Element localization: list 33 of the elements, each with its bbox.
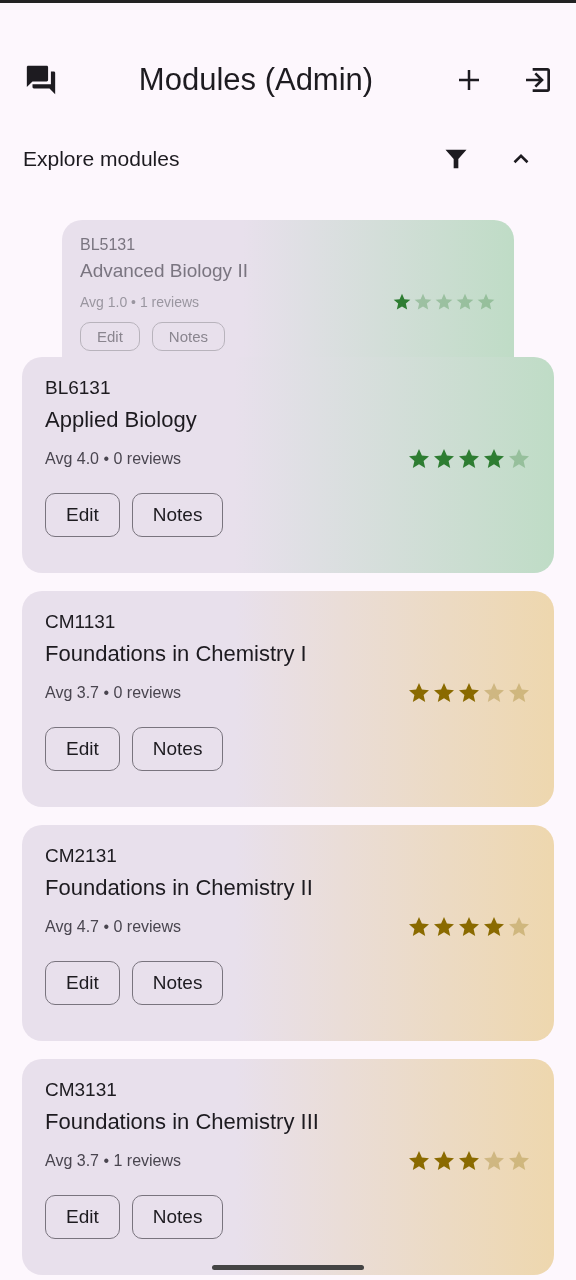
page-title: Modules (Admin): [137, 62, 375, 98]
module-code: CM1131: [45, 611, 117, 633]
module-code: CM3131: [45, 1079, 118, 1101]
module-button[interactable]: Notes: [131, 493, 224, 537]
module-button[interactable]: Notes: [131, 961, 224, 1005]
rating-summary: Avg 3.7 • 0 reviews: [45, 684, 182, 702]
module-button[interactable]: Edit: [45, 493, 120, 537]
module-code: BL5131: [80, 236, 137, 254]
rating-summary: Avg 4.7 • 0 reviews: [45, 918, 182, 936]
module-button[interactable]: Notes: [131, 727, 224, 771]
star-icon: [434, 292, 454, 312]
module-card[interactable]: CM3131 Foundations in Chemistry III Avg 3.7 • 1 reviews Edit Notes: [22, 1059, 554, 1275]
rating-summary: Avg 3.7 • 1 reviews: [45, 1152, 182, 1170]
rating-summary: Avg 4.0 • 0 reviews: [45, 450, 182, 468]
module-name: Advanced Biology II: [80, 260, 249, 282]
module-code: CM2131: [45, 845, 118, 867]
module-button[interactable]: Edit: [45, 727, 120, 771]
rating-summary: Avg 1.0 • 1 reviews: [80, 294, 200, 310]
module-name: Foundations in Chemistry I: [45, 641, 308, 667]
module-name: Foundations in Chemistry II: [45, 875, 314, 901]
star-icon: [455, 292, 475, 312]
star-icon: [413, 292, 433, 312]
star-icon: [476, 292, 496, 312]
module-button[interactable]: Edit: [45, 1195, 120, 1239]
module-card[interactable]: CM1131 Foundations in Chemistry I Avg 3.7 • 0 reviews Edit Notes: [22, 591, 554, 807]
module-card[interactable]: CM2131 Foundations in Chemistry II Avg 4.7 • 0 reviews Edit Notes: [22, 825, 554, 1041]
module-code: BL6131: [45, 377, 112, 399]
module-button[interactable]: Edit: [45, 961, 120, 1005]
module-name: Foundations in Chemistry III: [45, 1109, 320, 1135]
module-name: Applied Biology: [45, 407, 198, 433]
module-card[interactable]: BL6131 Applied Biology Avg 4.0 • 0 reviews Edit Notes: [22, 357, 554, 573]
module-button[interactable]: Notes: [131, 1195, 224, 1239]
section-title: Explore modules: [23, 147, 181, 171]
